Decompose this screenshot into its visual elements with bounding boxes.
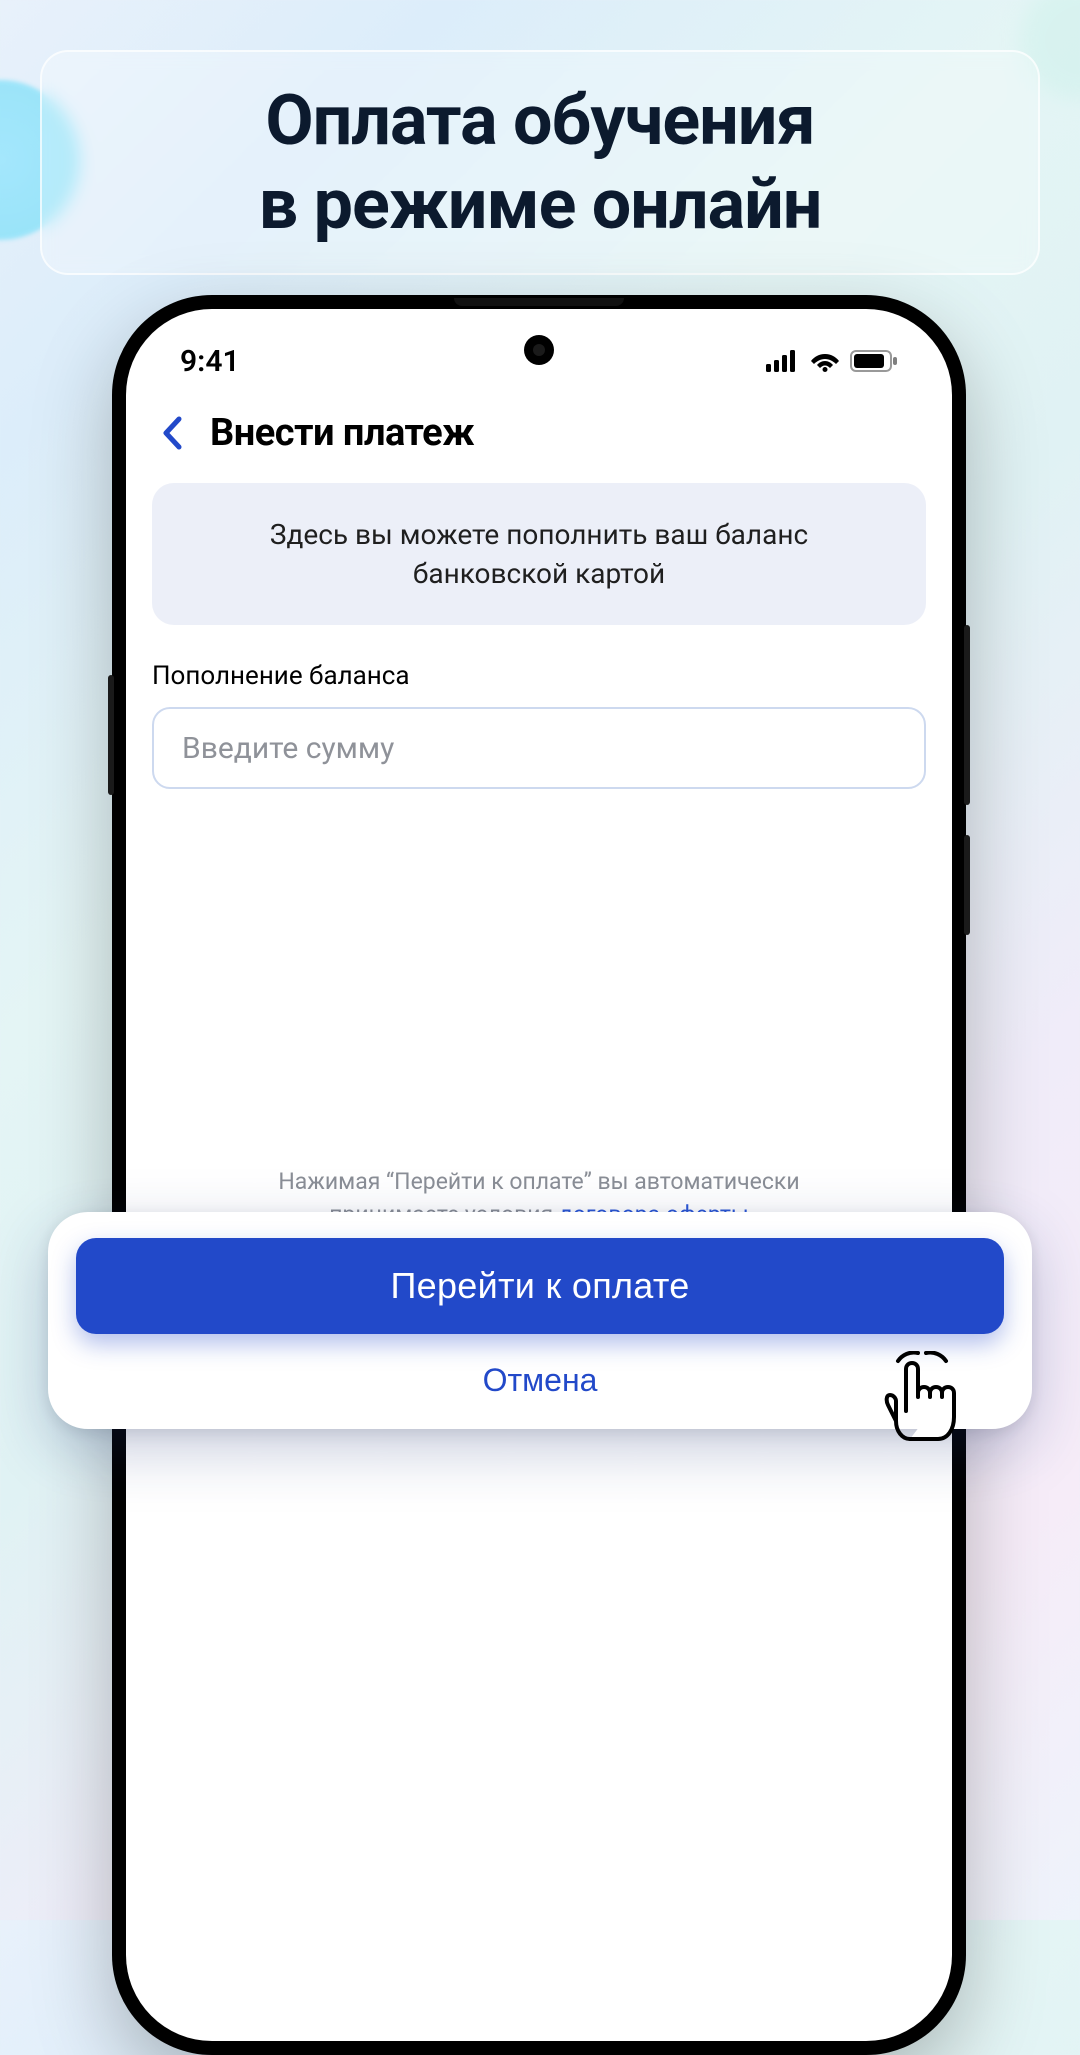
chevron-left-icon [162,416,182,450]
content: Здесь вы можете пополнить ваш баланс бан… [126,483,952,789]
amount-section-label: Пополнение баланса [152,661,926,691]
terms-line1: Нажимая “Перейти к оплате” вы автоматиче… [152,1165,926,1198]
status-time: 9:41 [180,344,240,379]
battery-icon [850,350,898,372]
phone-screen: 9:41 [126,309,952,2041]
tap-hand-icon [884,1351,962,1447]
info-line1: Здесь вы можете пополнить ваш баланс [192,515,886,554]
hero-title: Оплата обучения в режиме онлайн [259,79,822,247]
amount-input[interactable] [152,707,926,789]
hero-title-line2: в режиме онлайн [259,163,822,247]
front-camera [524,335,554,365]
proceed-to-payment-button[interactable]: Перейти к оплате [76,1238,1004,1334]
hero-card: Оплата обучения в режиме онлайн [40,50,1040,275]
info-line2: банковской картой [192,554,886,593]
page-title: Внести платеж [210,411,474,455]
phone-side-button [108,675,114,795]
wifi-icon [810,350,840,372]
hero-title-line1: Оплата обучения [259,79,822,163]
action-callout: Перейти к оплате Отмена [48,1212,1032,1429]
info-card: Здесь вы можете пополнить ваш баланс бан… [152,483,926,625]
back-button[interactable] [158,413,186,453]
phone-side-button [964,625,970,805]
phone-frame: 9:41 [112,295,966,2055]
phone-side-button [964,835,970,935]
navbar: Внести платеж [126,395,952,483]
phone-speaker [454,298,624,306]
cancel-button[interactable]: Отмена [76,1362,1004,1399]
cellular-icon [766,350,800,372]
status-right [766,350,898,372]
